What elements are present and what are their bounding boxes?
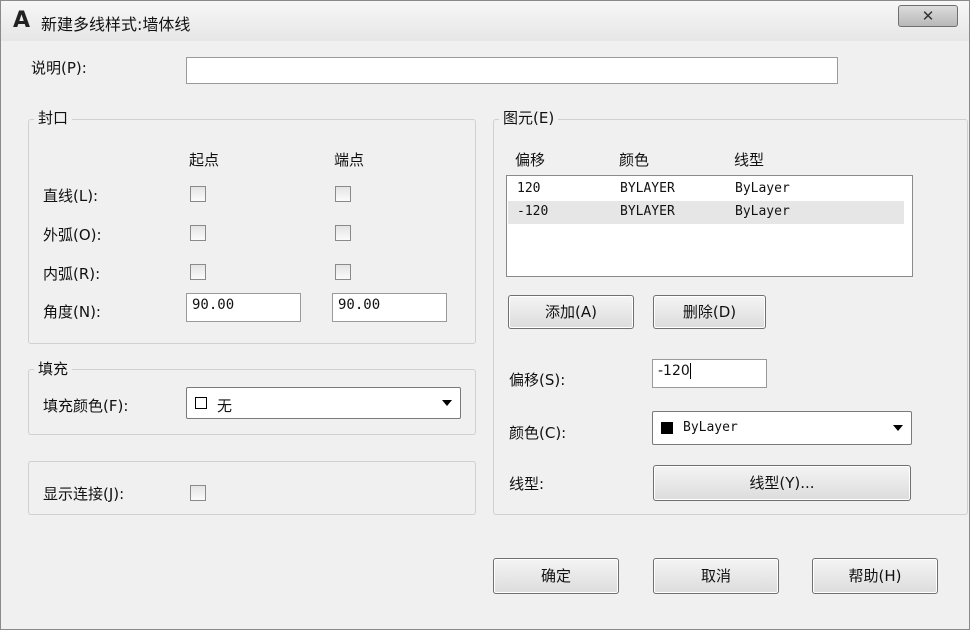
element-color-value: ByLayer [683, 420, 738, 435]
table-row-selected[interactable]: -120 BYLAYER ByLayer [508, 201, 904, 224]
chevron-down-icon [893, 425, 903, 431]
elements-header-offset: 偏移 [515, 151, 546, 169]
element-color-label: 颜色(C): [509, 424, 567, 442]
inner-arc-end-checkbox[interactable] [335, 264, 351, 280]
dialog-title: 新建多线样式:墙体线 [41, 15, 191, 34]
offset-label: 偏移(S): [509, 371, 566, 389]
cancel-button[interactable]: 取消 [653, 558, 779, 594]
line-cap-end-checkbox[interactable] [335, 186, 351, 202]
inner-arc-cap-label: 内弧(R): [43, 265, 101, 283]
text-cursor [689, 363, 691, 379]
linetype-label: 线型: [509, 475, 545, 493]
description-label: 说明(P): [31, 59, 87, 77]
row-offset: 120 [517, 181, 541, 196]
angle-label: 角度(N): [43, 303, 101, 321]
row-offset: -120 [517, 204, 549, 219]
line-cap-start-checkbox[interactable] [190, 186, 206, 202]
table-row[interactable]: 120 BYLAYER ByLayer [508, 178, 904, 201]
offset-input[interactable]: -120 [652, 359, 767, 388]
row-color: BYLAYER [620, 181, 675, 196]
element-color-dropdown[interactable]: ByLayer [652, 411, 912, 445]
angle-start-input[interactable]: 90.00 [186, 293, 301, 322]
fill-color-value: 无 [217, 397, 233, 415]
elements-list[interactable]: 120 BYLAYER ByLayer -120 BYLAYER ByLayer [506, 175, 913, 277]
description-input[interactable] [186, 57, 838, 84]
fill-group-title: 填充 [34, 358, 73, 379]
outer-arc-start-checkbox[interactable] [190, 225, 206, 241]
row-linetype: ByLayer [735, 204, 790, 219]
row-linetype: ByLayer [735, 181, 790, 196]
elements-header-color: 颜色 [619, 151, 650, 169]
autocad-logo-icon: A [13, 8, 31, 33]
close-button[interactable]: ✕ [898, 5, 958, 27]
row-color: BYLAYER [620, 204, 675, 219]
fill-color-label: 填充颜色(F): [43, 397, 129, 415]
caps-start-header: 起点 [189, 151, 220, 169]
multiline-style-dialog: A 新建多线样式:墙体线 ✕ 说明(P): 封口 起点 端点 直线(L): 外弧… [0, 0, 970, 630]
close-icon: ✕ [921, 7, 935, 25]
show-joints-label: 显示连接(J): [43, 485, 125, 503]
inner-arc-start-checkbox[interactable] [190, 264, 206, 280]
color-swatch-icon [661, 422, 673, 434]
delete-element-button[interactable]: 删除(D) [653, 295, 766, 329]
caps-group-title: 封口 [34, 107, 73, 128]
chevron-down-icon [442, 400, 452, 406]
elements-header-linetype: 线型 [734, 151, 765, 169]
line-cap-label: 直线(L): [43, 187, 99, 205]
show-joints-checkbox[interactable] [190, 485, 206, 501]
add-element-button[interactable]: 添加(A) [508, 295, 634, 329]
help-button[interactable]: 帮助(H) [812, 558, 938, 594]
outer-arc-end-checkbox[interactable] [335, 225, 351, 241]
angle-end-input[interactable]: 90.00 [332, 293, 447, 322]
fill-color-dropdown[interactable]: 无 [186, 387, 461, 419]
title-bar: A 新建多线样式:墙体线 ✕ [1, 1, 969, 41]
offset-input-value: -120 [658, 363, 690, 379]
outer-arc-cap-label: 外弧(O): [43, 226, 102, 244]
caps-end-header: 端点 [334, 151, 365, 169]
ok-button[interactable]: 确定 [493, 558, 619, 594]
no-color-swatch-icon [195, 397, 207, 409]
linetype-button[interactable]: 线型(Y)... [653, 465, 911, 501]
elements-group-title: 图元(E) [499, 107, 559, 128]
